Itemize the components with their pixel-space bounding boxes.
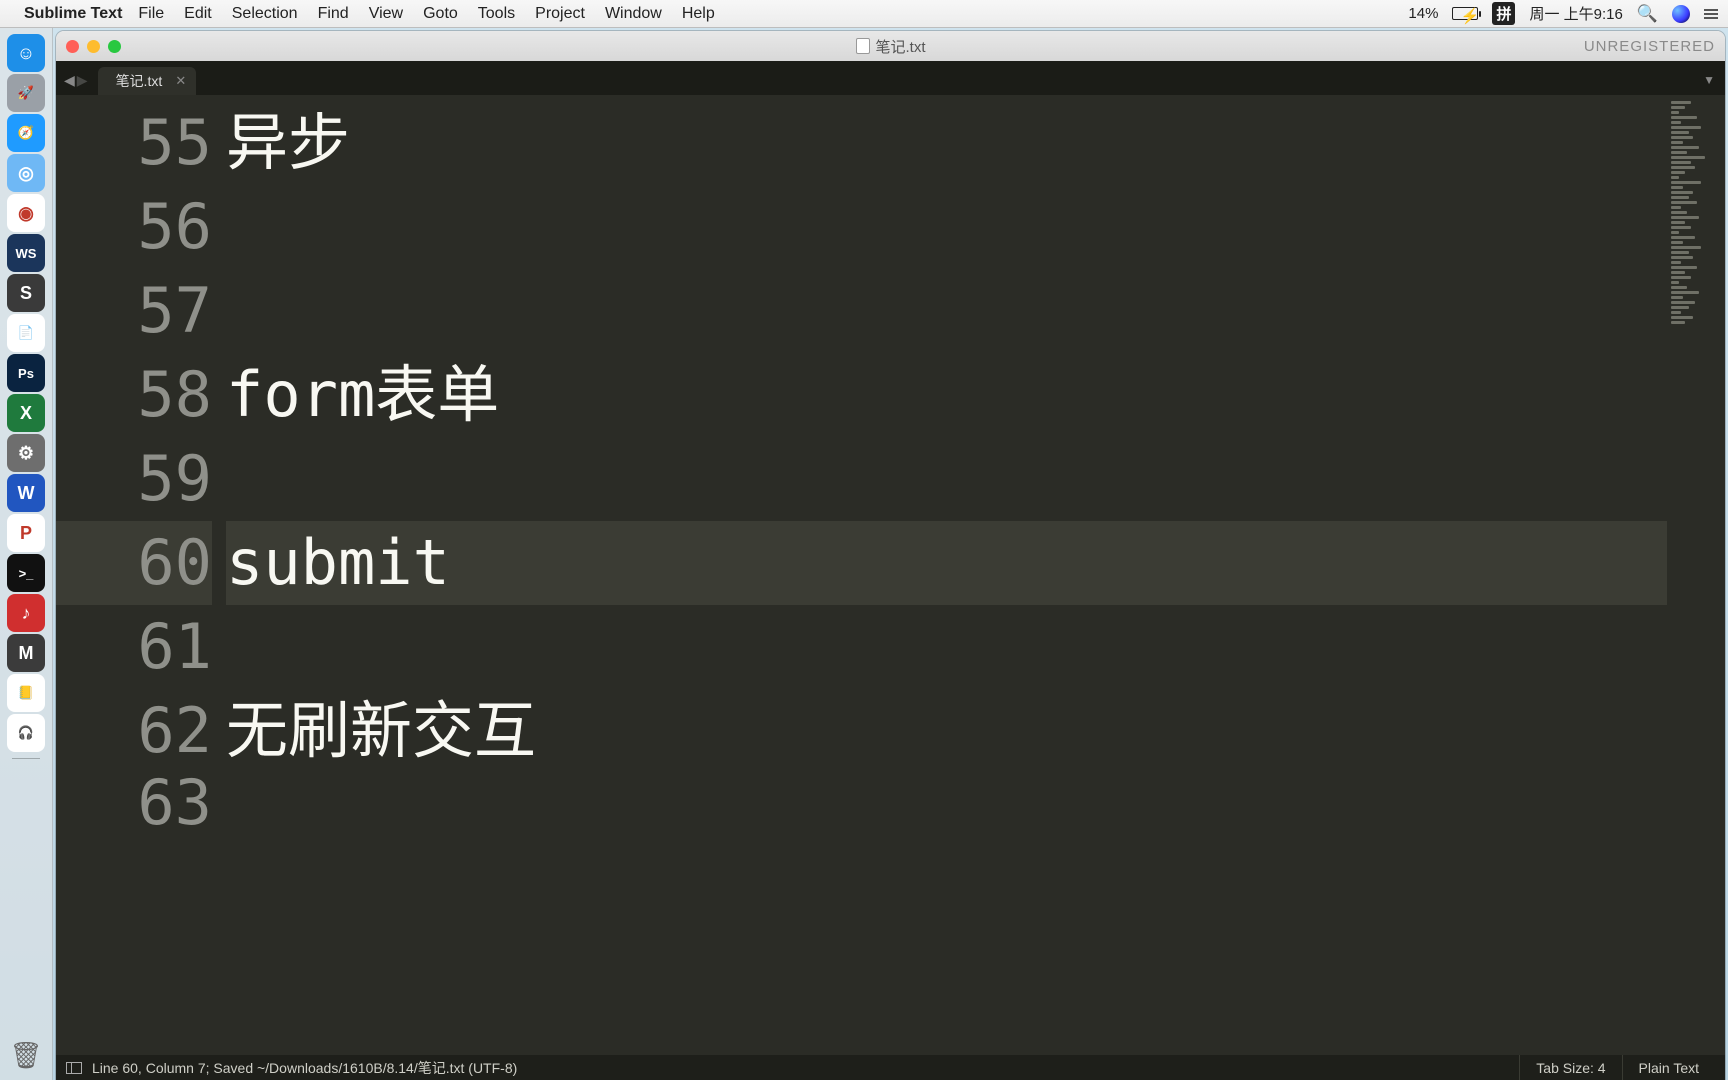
menu-selection[interactable]: Selection	[232, 5, 298, 23]
siri-icon[interactable]	[1672, 5, 1690, 23]
code-line[interactable]: 无刷新交互	[226, 689, 1667, 773]
code-line[interactable]: submit	[226, 521, 1667, 605]
dock-item-pdf[interactable]: P	[7, 514, 45, 552]
line-number[interactable]: 58	[56, 353, 212, 437]
dock-item-chrome[interactable]: ◉	[7, 194, 45, 232]
window-title: 笔记.txt	[855, 36, 925, 57]
line-number[interactable]: 61	[56, 605, 212, 689]
battery-percent[interactable]: 14%	[1408, 5, 1438, 22]
window-titlebar[interactable]: 笔记.txt UNREGISTERED	[56, 31, 1725, 61]
dock: ☺🚀🧭◎◉WSS📄PsX⚙WP>_♪M📒🎧 🗑	[0, 28, 53, 1080]
file-tab[interactable]: 笔记.txt ✕	[98, 67, 197, 95]
dock-item-safari[interactable]: 🧭	[7, 114, 45, 152]
dock-item-webstorm[interactable]: WS	[7, 234, 45, 272]
macos-menubar: Sublime Text File Edit Selection Find Vi…	[0, 0, 1728, 28]
sublime-window: 笔记.txt UNREGISTERED ◀ ▶ 笔记.txt ✕ ▼ 55565…	[56, 31, 1725, 1080]
close-window-button[interactable]	[66, 40, 79, 53]
menu-tools[interactable]: Tools	[478, 5, 515, 23]
menu-edit[interactable]: Edit	[184, 5, 212, 23]
tab-bar: ◀ ▶ 笔记.txt ✕ ▼	[56, 61, 1725, 95]
tab-label: 笔记.txt	[116, 71, 163, 91]
panel-switcher-icon[interactable]	[66, 1062, 82, 1074]
nav-forward-icon[interactable]: ▶	[77, 72, 88, 89]
menu-view[interactable]: View	[369, 5, 403, 23]
status-syntax[interactable]: Plain Text	[1622, 1055, 1715, 1080]
line-number[interactable]: 57	[56, 269, 212, 353]
code-line[interactable]: form表单	[226, 353, 1667, 437]
zoom-window-button[interactable]	[108, 40, 121, 53]
line-number[interactable]: 62	[56, 689, 212, 773]
dock-item-notes[interactable]: 📒	[7, 674, 45, 712]
dock-item-sublime[interactable]: S	[7, 274, 45, 312]
dock-item-textedit[interactable]: 📄	[7, 314, 45, 352]
minimap[interactable]	[1667, 95, 1725, 1055]
code-editor[interactable]: 异步 form表单 submit 无刷新交互	[226, 95, 1667, 1055]
dock-item-finder[interactable]: ☺	[7, 34, 45, 72]
dock-item-settings[interactable]: ⚙	[7, 434, 45, 472]
clock[interactable]: 周一 上午9:16	[1529, 3, 1622, 24]
spotlight-icon[interactable]: 🔍	[1637, 4, 1658, 24]
dock-item-word[interactable]: W	[7, 474, 45, 512]
line-number[interactable]: 59	[56, 437, 212, 521]
notification-center-icon[interactable]	[1704, 9, 1718, 19]
window-title-text: 笔记.txt	[875, 36, 925, 57]
nav-back-icon[interactable]: ◀	[64, 72, 75, 89]
menu-file[interactable]: File	[138, 5, 164, 23]
menu-window[interactable]: Window	[605, 5, 662, 23]
unregistered-label: UNREGISTERED	[1584, 38, 1715, 55]
dock-item-chromium[interactable]: ◎	[7, 154, 45, 192]
status-bar: Line 60, Column 7; Saved ~/Downloads/161…	[56, 1055, 1725, 1080]
menu-project[interactable]: Project	[535, 5, 585, 23]
tab-overflow-icon[interactable]: ▼	[1703, 73, 1715, 87]
close-tab-icon[interactable]: ✕	[175, 73, 186, 89]
line-number-gutter[interactable]: 555657585960616263	[56, 95, 226, 1055]
menu-find[interactable]: Find	[318, 5, 349, 23]
dock-item-launchpad[interactable]: 🚀	[7, 74, 45, 112]
menubar-status-area: 14% ⚡ 拼 周一 上午9:16 🔍	[1408, 2, 1718, 25]
editor-area: 555657585960616263 异步 form表单 submit 无刷新交互	[56, 95, 1725, 1055]
status-tab-size[interactable]: Tab Size: 4	[1519, 1055, 1621, 1080]
line-number[interactable]: 60	[56, 521, 212, 605]
code-line[interactable]	[226, 269, 1667, 353]
battery-icon[interactable]: ⚡	[1452, 7, 1478, 20]
dock-item-netease[interactable]: ♪	[7, 594, 45, 632]
status-left[interactable]: Line 60, Column 7; Saved ~/Downloads/161…	[92, 1058, 517, 1078]
document-icon	[855, 38, 869, 54]
minimize-window-button[interactable]	[87, 40, 100, 53]
traffic-lights	[66, 40, 121, 53]
menu-goto[interactable]: Goto	[423, 5, 458, 23]
code-line[interactable]	[226, 773, 1667, 833]
code-line[interactable]: 异步	[226, 101, 1667, 185]
code-line[interactable]	[226, 437, 1667, 521]
line-number[interactable]: 56	[56, 185, 212, 269]
dock-item-photoshop[interactable]: Ps	[7, 354, 45, 392]
line-number[interactable]: 55	[56, 101, 212, 185]
line-number[interactable]: 63	[56, 773, 212, 833]
dock-item-excel[interactable]: X	[7, 394, 45, 432]
code-line[interactable]	[226, 185, 1667, 269]
tab-nav-arrows: ◀ ▶	[64, 72, 88, 95]
menu-help[interactable]: Help	[682, 5, 715, 23]
dock-item-xiami[interactable]: 🎧	[7, 714, 45, 752]
app-name[interactable]: Sublime Text	[24, 5, 122, 23]
dock-item-terminal[interactable]: >_	[7, 554, 45, 592]
code-line[interactable]	[226, 605, 1667, 689]
dock-item-mamp[interactable]: M	[7, 634, 45, 672]
dock-trash[interactable]: 🗑	[7, 1036, 45, 1074]
input-method-icon[interactable]: 拼	[1492, 2, 1515, 25]
